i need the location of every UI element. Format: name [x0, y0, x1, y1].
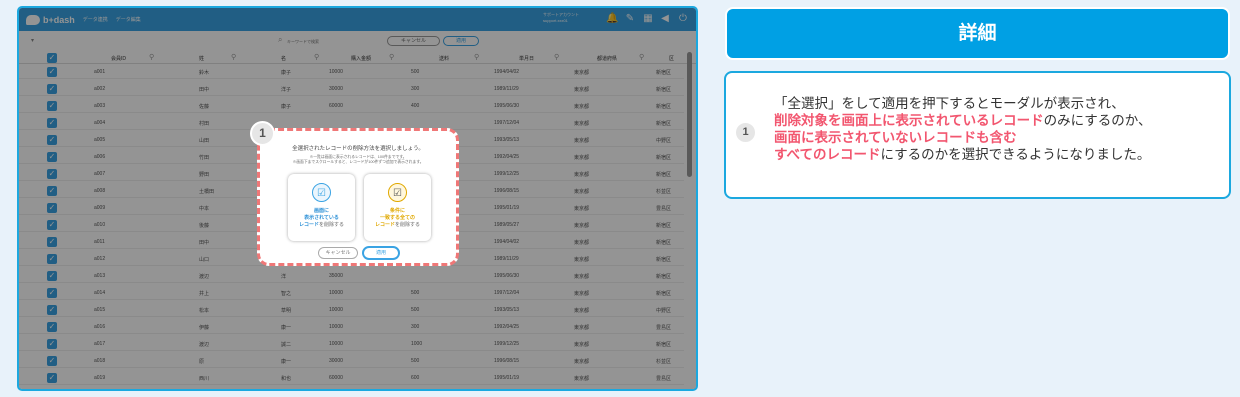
option-all-records[interactable]: ☑ 条件に 一致する全ての レコードを削除する	[364, 174, 431, 241]
checkbox-icon: ☑	[312, 183, 331, 202]
option-visible-line3-rest: を削除する	[319, 222, 345, 228]
option-visible-label: 画面に 表示されている レコードを削除する	[288, 208, 355, 229]
option-all-label: 条件に 一致する全ての レコードを削除する	[364, 208, 431, 229]
modal-note-2: ※画面下までスクロールすると、レコードが100件ずつ追加で表示されます。	[292, 160, 424, 164]
option-all-line1: 条件に	[389, 208, 405, 214]
detail-line-4: すべてのレコードにするのかを選択できるようになりました。	[774, 147, 1223, 164]
option-visible-line2: 表示されている	[304, 215, 339, 221]
option-visible-records[interactable]: ☑ 画面に 表示されている レコードを削除する	[288, 174, 355, 241]
option-all-line3-hl: レコード	[374, 222, 395, 228]
modal-description: ※一覧は画面に表示されるレコードは、100件までです。 ※画面下までスクロールす…	[260, 155, 456, 165]
detail-text: 「全選択」をして適用を押下するとモーダルが表示され、 削除対象を画面上に表示され…	[774, 96, 1223, 164]
detail-line-4-rest: にするのかを選択できるようになりました。	[880, 147, 1151, 163]
detail-line-4-highlight: すべてのレコード	[774, 147, 881, 163]
detail-line-1: 「全選択」をして適用を押下するとモーダルが表示され、	[774, 96, 1125, 112]
option-visible-line1: 画面に	[313, 208, 329, 214]
detail-line-3-highlight: 画面に表示されていないレコードも含む	[774, 130, 1017, 146]
delete-method-modal: 全選択されたレコードの削除方法を選択しましょう。 ※一覧は画面に表示されるレコー…	[257, 128, 459, 266]
option-all-line3: レコードを削除する	[364, 222, 431, 229]
detail-line-2-highlight: 削除対象を画面上に表示されているレコード	[774, 113, 1044, 129]
modal-cancel-button[interactable]: キャンセル	[318, 247, 358, 259]
modal-title: 全選択されたレコードの削除方法を選択しましょう。	[292, 146, 424, 152]
detail-title: 詳細	[725, 7, 1230, 60]
app-screenshot: b+dash データ連携 データ編集 サポートアカウント support.xxx…	[17, 6, 698, 391]
modal-apply-button[interactable]: 適用	[362, 246, 400, 260]
option-all-line3-rest: を削除する	[395, 222, 421, 228]
step-badge: 1	[250, 121, 275, 146]
detail-step-badge: 1	[734, 121, 757, 144]
option-visible-line3-hl: レコード	[298, 222, 319, 228]
option-visible-line3: レコードを削除する	[288, 222, 355, 229]
detail-box: 1 「全選択」をして適用を押下するとモーダルが表示され、 削除対象を画面上に表示…	[724, 71, 1231, 199]
option-all-line2: 一致する全ての	[379, 215, 415, 221]
detail-line-2-rest: のみにするのか、	[1043, 113, 1152, 129]
detail-line-3: 画面に表示されていないレコードも含む	[774, 130, 1223, 147]
detail-line-2: 削除対象を画面上に表示されているレコードのみにするのか、	[774, 113, 1223, 130]
multi-checkbox-icon: ☑	[388, 183, 407, 202]
